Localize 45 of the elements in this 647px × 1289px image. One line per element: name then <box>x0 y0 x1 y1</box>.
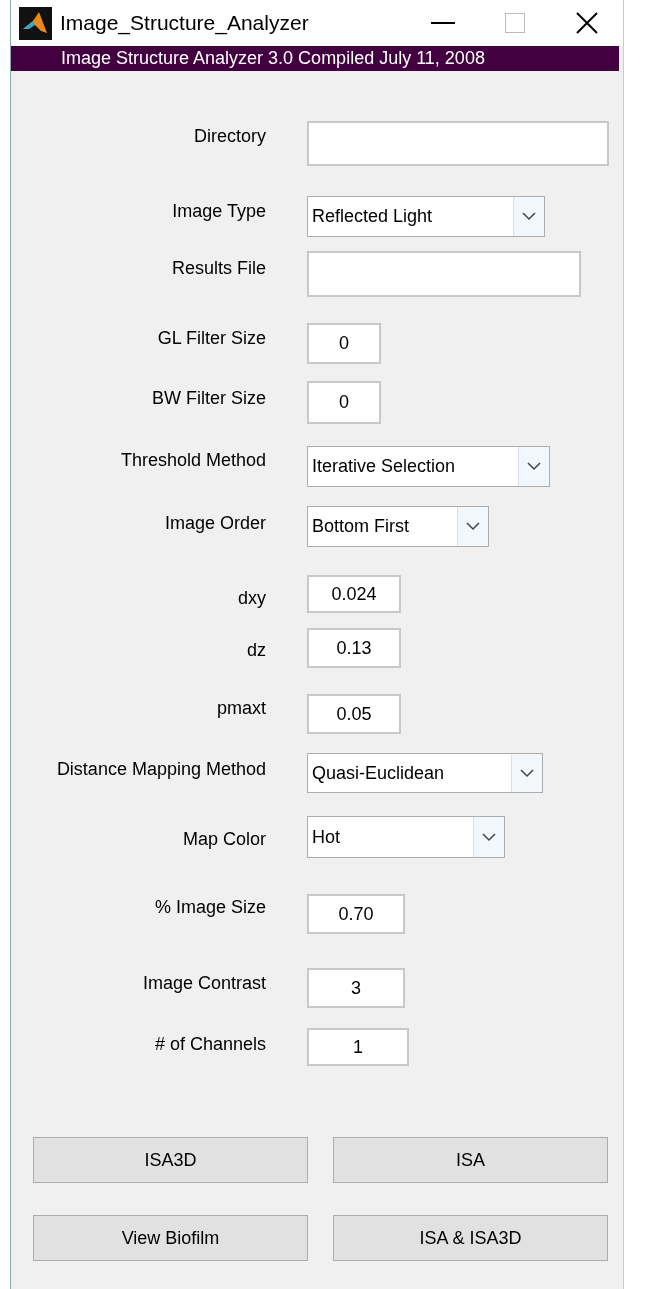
field-label: Threshold Method <box>119 450 266 471</box>
input-field[interactable] <box>307 251 581 297</box>
input-field[interactable]: 0.70 <box>307 894 405 934</box>
field-label: BW Filter Size <box>151 388 266 409</box>
dropdown[interactable]: Iterative Selection <box>307 446 550 487</box>
chevron-icon <box>482 832 496 842</box>
field-label: Image Type <box>171 201 266 222</box>
input-field[interactable]: 0.024 <box>307 575 401 613</box>
field-label: Image Order <box>163 513 266 534</box>
app-logo-icon <box>19 6 52 40</box>
chevron-icon <box>527 462 541 471</box>
field-label: Results File <box>170 257 266 279</box>
field-label: Map Color <box>181 828 266 850</box>
dropdown[interactable]: Hot <box>307 816 505 858</box>
field-label: Distance Mapping Method <box>55 758 266 780</box>
action-button[interactable]: ISA <box>333 1137 608 1183</box>
dropdown[interactable]: Reflected Light <box>307 196 545 237</box>
input-field[interactable]: 0.05 <box>307 694 401 734</box>
field-label: GL Filter Size <box>156 328 266 349</box>
version-banner: Image Structure Analyzer 3.0 Compiled July 11, 2008 <box>11 46 619 71</box>
action-button[interactable]: ISA & ISA3D <box>333 1215 608 1261</box>
dropdown[interactable]: Quasi-Euclidean <box>307 753 543 793</box>
input-field[interactable]: 0 <box>307 323 381 364</box>
field-label: dxy <box>237 587 266 609</box>
action-button[interactable]: View Biofilm <box>33 1215 308 1261</box>
field-label: dz <box>246 639 266 661</box>
minimize-icon <box>431 22 455 24</box>
window-title: Image_Structure_Analyzer <box>60 11 310 35</box>
field-label: Image Contrast <box>141 972 266 994</box>
field-label: # of Channels <box>153 1033 266 1055</box>
input-field[interactable]: 0.13 <box>307 628 401 668</box>
field-label: % Image Size <box>153 896 266 918</box>
field-label: Directory <box>193 126 266 147</box>
input-field[interactable]: 1 <box>307 1028 409 1066</box>
chevron-icon <box>522 212 536 221</box>
input-field[interactable] <box>307 121 609 166</box>
field-label: pmaxt <box>215 697 266 719</box>
input-field[interactable]: 3 <box>307 968 405 1008</box>
input-field[interactable]: 0 <box>307 381 381 424</box>
close-icon <box>576 12 598 34</box>
chevron-icon <box>520 768 534 778</box>
maximize-icon <box>505 13 525 33</box>
chevron-icon <box>466 522 480 531</box>
dropdown[interactable]: Bottom First <box>307 506 489 547</box>
action-button[interactable]: ISA3D <box>33 1137 308 1183</box>
